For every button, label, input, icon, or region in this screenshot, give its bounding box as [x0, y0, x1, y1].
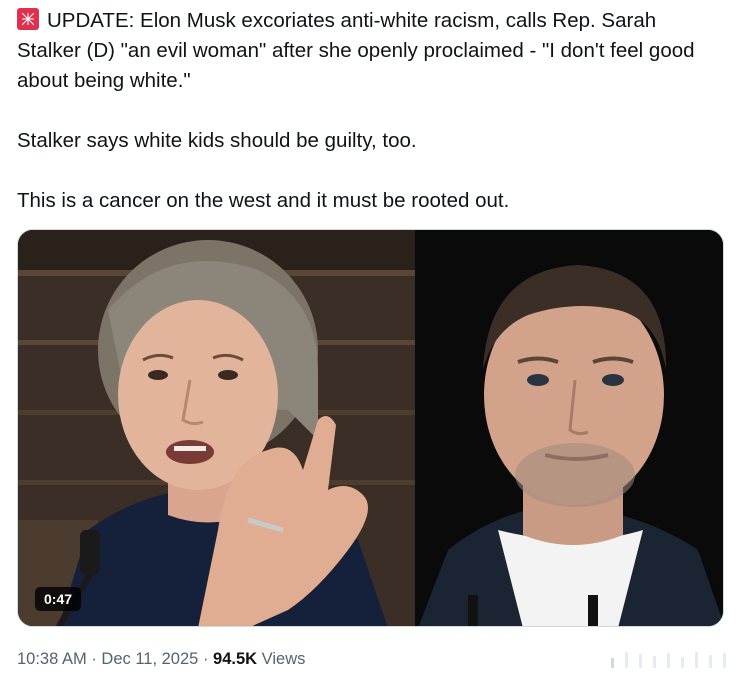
tweet-date[interactable]: Dec 11, 2025	[101, 650, 198, 668]
video-player[interactable]: 0:47	[17, 229, 724, 627]
tweet-line-1: UPDATE: Elon Musk excoriates anti-white …	[17, 9, 695, 92]
tweet-paragraph-3: This is a cancer on the west and it must…	[17, 189, 510, 212]
video-duration-badge: 0:47	[35, 587, 82, 611]
rotating-light-icon	[17, 8, 39, 30]
tweet-text: UPDATE: Elon Musk excoriates anti-white …	[17, 6, 717, 216]
tweet-time[interactable]: 10:38 AM	[17, 650, 87, 668]
separator: ·	[91, 650, 97, 668]
views-label: Views	[261, 650, 306, 668]
video-thumbnail	[18, 230, 723, 626]
analytics-icon[interactable]	[609, 650, 731, 668]
tweet-meta: 10:38 AM · Dec 11, 2025 · 94.5K Views	[17, 650, 305, 669]
tweet-paragraph-1: UPDATE: Elon Musk excoriates anti-white …	[17, 6, 717, 96]
tweet-paragraph-2: Stalker says white kids should be guilty…	[17, 129, 417, 152]
separator: ·	[202, 650, 209, 668]
views-count: 94.5K	[213, 650, 258, 668]
